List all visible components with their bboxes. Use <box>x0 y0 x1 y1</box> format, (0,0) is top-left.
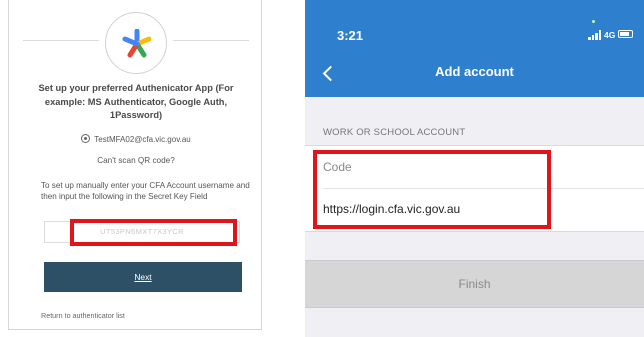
screenshot-composite: Set up your preferred Authenicator App (… <box>0 0 644 337</box>
manual-setup-instructions: To set up manually enter your CFA Accoun… <box>41 181 250 201</box>
nav-header: 3:21 4G Add account <box>305 0 644 97</box>
finish-button[interactable]: Finish <box>305 260 644 308</box>
network-type: 4G <box>604 30 616 40</box>
account-username: TestMFA02@cfa.vic.gov.au <box>23 134 249 144</box>
setup-heading: Set up your preferred Authenicator App (… <box>38 83 234 120</box>
battery-icon <box>618 30 633 38</box>
status-indicator-dot <box>592 20 595 23</box>
signal-icon <box>588 30 602 40</box>
highlight-code-url <box>313 150 551 229</box>
page-title: Add account <box>435 64 514 79</box>
cant-scan-qr-link[interactable]: Can't scan QR code? <box>23 156 249 165</box>
divider-left <box>23 40 99 41</box>
return-to-authenticator-list-link[interactable]: Return to authenticator list <box>41 311 125 320</box>
user-icon <box>81 134 91 143</box>
authenticator-logo <box>105 12 167 74</box>
divider-right <box>173 40 249 41</box>
next-button[interactable]: Next <box>44 262 242 292</box>
asterisk-logo-icon <box>122 29 152 58</box>
authenticator-setup-panel: Set up your preferred Authenicator App (… <box>8 0 262 330</box>
status-time: 3:21 <box>337 28 364 43</box>
highlight-secret-key <box>70 219 237 246</box>
section-label: WORK OR SCHOOL ACCOUNT <box>323 127 466 138</box>
username-text: TestMFA02@cfa.vic.gov.au <box>94 135 191 144</box>
